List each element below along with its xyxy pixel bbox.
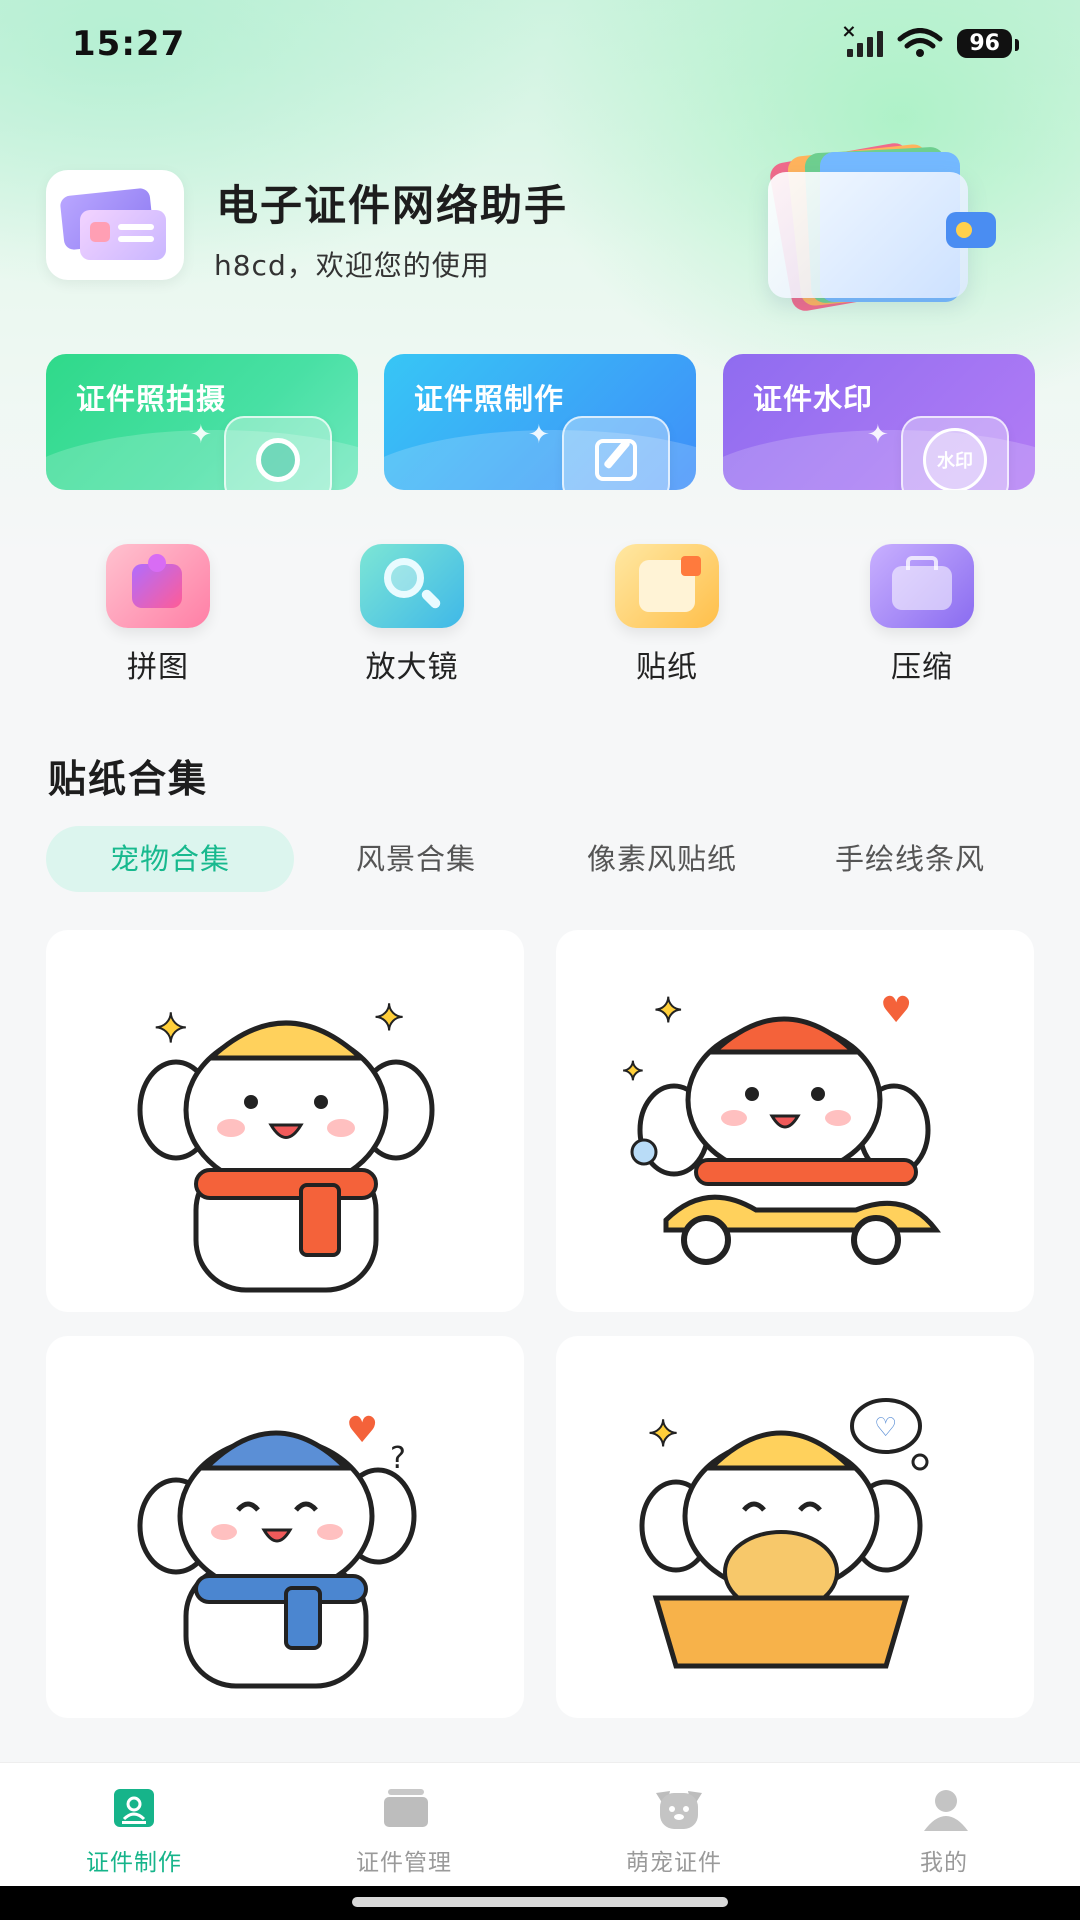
sparkle-icon: ✦ [867, 420, 889, 450]
tool-magnifier[interactable]: 放大镜 [312, 544, 512, 686]
edit-icon [562, 416, 670, 490]
tool-sticker-label: 贴纸 [636, 650, 698, 685]
user-icon [922, 1787, 968, 1831]
wallet-illustration [760, 140, 996, 314]
wifi-icon [897, 28, 943, 57]
camera-icon [224, 416, 332, 490]
nav-id-make[interactable]: 证件制作 [34, 1787, 234, 1877]
id-card-icon [112, 1787, 156, 1829]
svg-text:♡: ♡ [874, 1413, 897, 1443]
tool-puzzle[interactable]: 拼图 [58, 544, 258, 686]
watermark-card[interactable]: 证件水印 ✦ 水印 [723, 354, 1035, 490]
puppy-scooter-sticker: ✦ ✦ ♥ [621, 990, 942, 1265]
home-indicator[interactable] [352, 1897, 728, 1907]
nav-id-manage-label: 证件管理 [356, 1850, 452, 1876]
nav-pet-id[interactable]: 萌宠证件 [574, 1787, 774, 1877]
welcome-text: h8cd，欢迎您的使用 [214, 249, 490, 282]
tab-scenery[interactable]: 风景合集 [296, 826, 536, 892]
compress-icon [870, 544, 974, 628]
battery-indicator: 96 [957, 28, 1019, 58]
app-title: 电子证件网络助手 [216, 181, 569, 230]
svg-text:✦: ✦ [654, 991, 683, 1031]
nav-id-make-label: 证件制作 [86, 1850, 182, 1876]
bottom-nav: 证件制作 证件管理 萌宠证件 我的 [0, 1762, 1080, 1887]
status-time: 15:27 [72, 24, 186, 64]
puppy-wave-sticker: ♥ ? [137, 1410, 417, 1689]
sparkle-icon: ✦ [528, 420, 550, 450]
nav-mine[interactable]: 我的 [844, 1787, 1044, 1877]
svg-text:?: ? [390, 1441, 406, 1476]
svg-text:✦: ✦ [622, 1057, 644, 1087]
tool-compress[interactable]: 压缩 [822, 544, 1022, 686]
id-photo-capture-card[interactable]: 证件照拍摄 ✦ [46, 354, 358, 490]
svg-text:♥: ♥ [346, 1410, 378, 1451]
id-photo-make-card[interactable]: 证件照制作 ✦ [384, 354, 696, 490]
tool-magnifier-label: 放大镜 [365, 650, 459, 685]
svg-text:✦: ✦ [374, 998, 404, 1039]
magnifier-icon [360, 544, 464, 628]
sparkle-icon: ✦ [190, 420, 212, 450]
status-icons: × 96 [841, 21, 1019, 58]
pet-icon [652, 1787, 702, 1829]
id-photo-make-label: 证件照制作 [414, 382, 565, 416]
sticker-icon [615, 544, 719, 628]
watermark-stamp-icon: 水印 [901, 416, 1009, 490]
nav-pet-id-label: 萌宠证件 [626, 1850, 722, 1876]
sticker-category-tabs: 宠物合集 风景合集 像素风贴纸 手绘线条风 [46, 826, 1036, 892]
home-indicator-bar [0, 1886, 1080, 1920]
svg-text:✦: ✦ [648, 1414, 678, 1455]
sticker-card[interactable]: ✦ ✦ ♥ [556, 930, 1034, 1312]
sticker-card[interactable]: ✦ ✦ [46, 930, 524, 1312]
puppy-scarf-sticker: ✦ ✦ [137, 997, 435, 1293]
tab-hand-drawn[interactable]: 手绘线条风 [790, 826, 1030, 892]
tab-pets[interactable]: 宠物合集 [46, 826, 294, 892]
app-logo [46, 170, 184, 280]
puppy-bread-sticker: ✦ ♡ [639, 1398, 929, 1669]
puzzle-icon [106, 544, 210, 628]
svg-text:♥: ♥ [880, 990, 912, 1031]
cellular-signal-icon: × [841, 21, 884, 57]
sticker-card[interactable]: ✦ ♡ [556, 1336, 1034, 1718]
id-photo-capture-label: 证件照拍摄 [76, 382, 227, 416]
tool-puzzle-label: 拼图 [127, 650, 189, 685]
nav-mine-label: 我的 [920, 1850, 968, 1876]
sticker-card[interactable]: ♥ ? [46, 1336, 524, 1718]
svg-text:✦: ✦ [154, 1006, 188, 1052]
nav-id-manage[interactable]: 证件管理 [304, 1787, 504, 1877]
watermark-label: 证件水印 [753, 382, 874, 416]
tool-compress-label: 压缩 [891, 650, 953, 685]
section-title: 贴纸合集 [48, 757, 209, 801]
folder-icon [382, 1787, 428, 1829]
tool-sticker[interactable]: 贴纸 [567, 544, 767, 686]
tab-pixel-stickers[interactable]: 像素风贴纸 [542, 826, 782, 892]
